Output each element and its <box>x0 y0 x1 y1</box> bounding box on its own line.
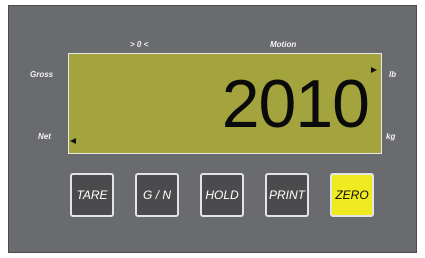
lb-annunciator-arrow-icon <box>371 67 377 73</box>
net-annunciator-arrow-icon <box>70 138 76 144</box>
hold-button[interactable]: HOLD <box>200 173 244 217</box>
weight-reading: 2010 <box>221 66 370 142</box>
hold-button-label: HOLD <box>205 188 239 202</box>
net-label: Net <box>38 132 51 141</box>
weight-display: 2010 <box>68 53 382 154</box>
center-of-zero-label: > 0 < <box>130 40 149 49</box>
gross-net-button[interactable]: G / N <box>135 173 179 217</box>
print-button-label: PRINT <box>269 188 305 202</box>
tare-button[interactable]: TARE <box>70 173 114 217</box>
gross-net-button-label: G / N <box>142 188 171 202</box>
zero-button[interactable]: ZERO <box>330 173 374 217</box>
gross-label: Gross <box>30 70 54 79</box>
kg-unit-label: kg <box>386 132 396 141</box>
tare-button-label: TARE <box>76 188 108 202</box>
lb-unit-label: lb <box>389 70 397 79</box>
print-button[interactable]: PRINT <box>265 173 309 217</box>
zero-button-label: ZERO <box>335 188 369 202</box>
motion-label: Motion <box>270 40 297 49</box>
